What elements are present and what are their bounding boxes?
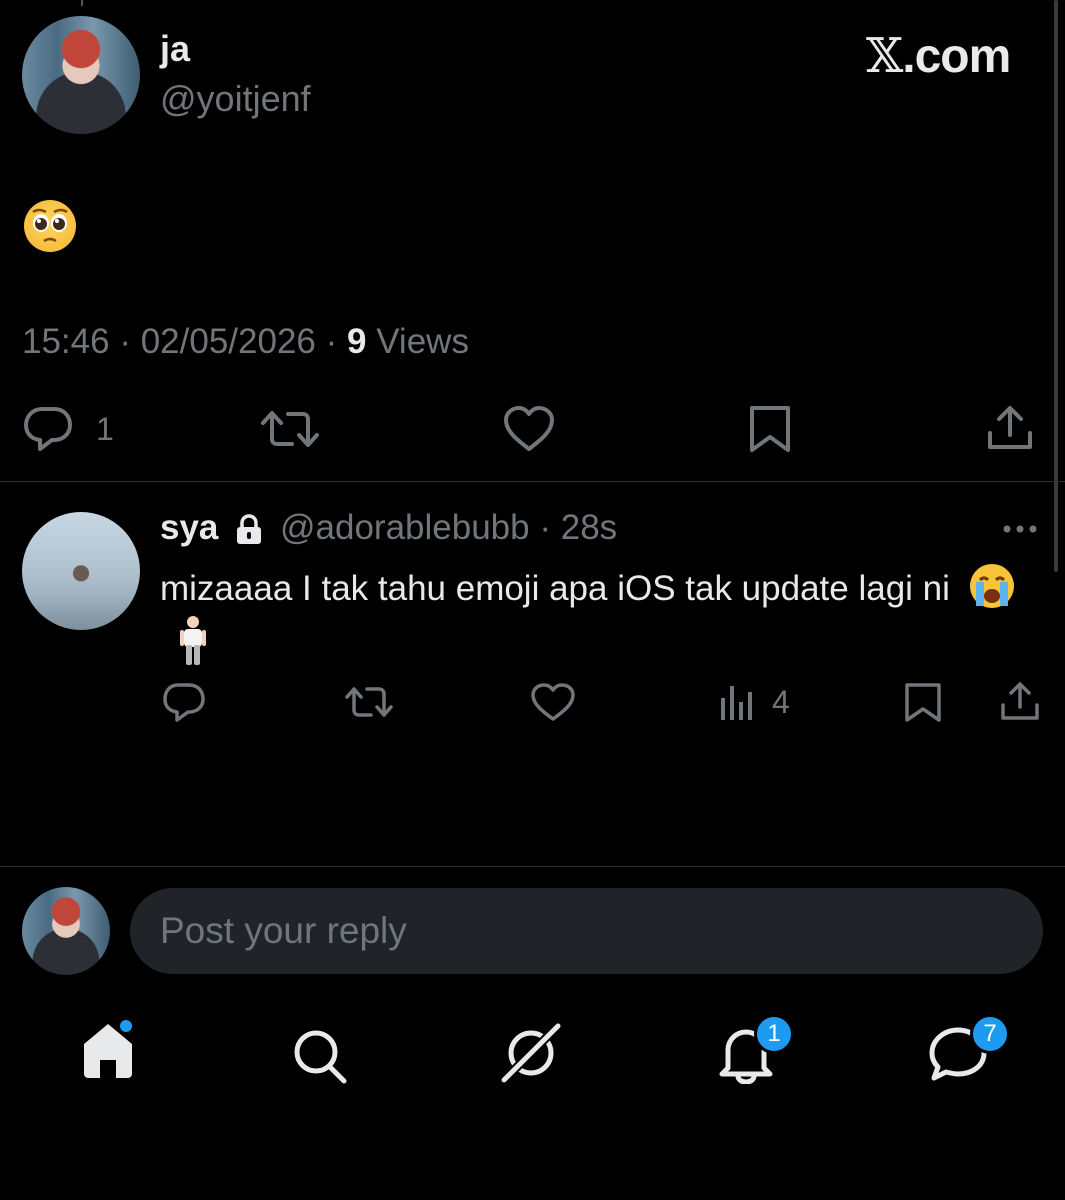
brand-watermark: 𝕏.com: [866, 28, 1011, 84]
meta-separator: ·: [539, 508, 552, 547]
nav-messages[interactable]: 7: [928, 1014, 1010, 1084]
views-label: Views: [376, 322, 469, 361]
nav-search[interactable]: [290, 1020, 350, 1084]
person-standing-emoji: [178, 615, 208, 667]
grok-icon: [498, 1020, 564, 1086]
scrollbar[interactable]: [1054, 0, 1058, 572]
more-icon: [1003, 525, 1037, 533]
reply-like-button[interactable]: [530, 682, 576, 722]
nav-grok[interactable]: [498, 1020, 564, 1086]
nav-notifications[interactable]: 1: [718, 1014, 794, 1084]
reply-text-content: mizaaaa I tak tahu emoji apa iOS tak upd…: [160, 569, 950, 608]
share-button[interactable]: [986, 405, 1034, 453]
composer-placeholder: Post your reply: [160, 910, 407, 951]
author-avatar[interactable]: [22, 16, 140, 134]
repost-icon: [345, 687, 393, 717]
author-handle[interactable]: @yoitjenf: [160, 78, 311, 120]
heart-icon: [504, 406, 554, 451]
reply-author-handle[interactable]: @adorablebubb: [280, 508, 530, 547]
loudly-crying-face-emoji: [968, 562, 1016, 610]
like-button[interactable]: [502, 405, 556, 453]
reply-share-button[interactable]: [1000, 682, 1040, 722]
reply-bookmark-button[interactable]: [904, 682, 942, 722]
bookmark-button[interactable]: [748, 405, 792, 453]
more-options-button[interactable]: [1002, 524, 1038, 534]
post-meta: 15:46 · 02/05/2026 · 9 Views: [22, 322, 469, 362]
reply-meta: @adorablebubb · 28s: [280, 508, 617, 548]
composer-avatar[interactable]: [22, 887, 110, 975]
post-time: 15:46: [22, 322, 110, 361]
analytics-icon: [721, 686, 752, 720]
reply-author-name[interactable]: sya: [160, 508, 218, 548]
meta-separator: ·: [325, 322, 338, 361]
reply-button[interactable]: 1: [22, 405, 114, 453]
reply-views-button[interactable]: 4: [718, 682, 790, 722]
pleading-face-emoji: [24, 200, 76, 252]
bookmark-icon: [750, 406, 790, 452]
top-edge-tick: [81, 0, 83, 6]
lock-icon: [237, 514, 261, 544]
bookmark-icon: [905, 683, 941, 722]
post-date: 02/05/2026: [140, 322, 316, 361]
reply-text: mizaaaa I tak tahu emoji apa iOS tak upd…: [160, 562, 1040, 670]
reply-icon: [24, 407, 72, 451]
reply-icon: [163, 683, 205, 722]
nav-home[interactable]: [80, 1020, 136, 1080]
divider: [0, 481, 1065, 482]
share-icon: [988, 406, 1032, 449]
author-display-name[interactable]: ja: [160, 28, 190, 70]
home-notification-dot: [120, 1020, 132, 1032]
heart-icon: [531, 683, 575, 721]
divider: [0, 866, 1065, 867]
reply-views-count: 4: [772, 683, 790, 720]
share-icon: [1001, 682, 1039, 720]
reply-age: 28s: [560, 508, 618, 547]
reply-author-avatar[interactable]: [22, 512, 140, 630]
reply-count: 1: [96, 410, 114, 447]
reply-reply-button[interactable]: [162, 682, 206, 722]
messages-badge: 7: [970, 1014, 1010, 1054]
meta-separator: ·: [119, 322, 131, 361]
search-icon: [294, 1030, 347, 1084]
repost-button[interactable]: [260, 405, 320, 453]
views-count: 9: [347, 322, 367, 361]
repost-icon: [261, 411, 319, 447]
reply-repost-button[interactable]: [344, 682, 394, 722]
notifications-badge: 1: [754, 1014, 794, 1054]
